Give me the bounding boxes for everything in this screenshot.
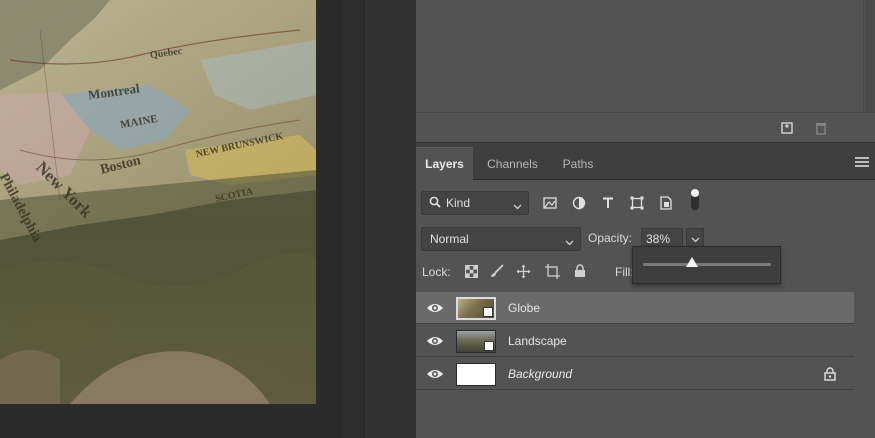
layer-row-background[interactable]: Background <box>416 358 854 390</box>
tab-channels[interactable]: Channels <box>476 147 549 180</box>
upper-panel-content <box>416 0 864 112</box>
layer-thumbnail-background <box>456 363 496 386</box>
smart-object-badge-icon <box>483 307 493 317</box>
tab-paths[interactable]: Paths <box>552 147 604 180</box>
eye-visibility-icon[interactable] <box>426 334 444 348</box>
panel-tab-bar: Layers Channels Paths <box>416 143 875 180</box>
lock-label: Lock: <box>422 265 451 279</box>
shape-filter-icon[interactable] <box>627 193 647 213</box>
filter-kind-label: Kind <box>446 196 471 210</box>
search-icon <box>429 196 441 211</box>
lock-image-pixels-icon[interactable] <box>488 262 506 280</box>
fill-label: Fill: <box>615 265 634 279</box>
layer-thumbnail-landscape <box>456 330 496 353</box>
layer-name-background[interactable]: Background <box>508 367 572 381</box>
upper-panel <box>416 0 875 142</box>
canvas-pasteboard-bottom <box>0 404 316 438</box>
layer-row-landscape[interactable]: Landscape <box>416 325 854 357</box>
filter-toggle-icon[interactable] <box>685 189 705 210</box>
blend-mode-value: Normal <box>430 232 469 246</box>
upper-panel-scrollbar[interactable] <box>865 0 875 112</box>
lock-artboard-icon[interactable] <box>543 262 561 280</box>
lock-transparent-pixels-icon[interactable] <box>462 262 480 280</box>
eye-visibility-icon[interactable] <box>426 301 444 315</box>
layer-name-globe[interactable]: Globe <box>508 301 540 315</box>
document-image[interactable]: Montreal MAINE Boston New York Philadelp… <box>0 0 316 404</box>
trash-icon[interactable] <box>813 120 829 136</box>
eye-visibility-icon[interactable] <box>426 367 444 381</box>
pixel-filter-icon[interactable] <box>540 193 560 213</box>
opacity-label: Opacity: <box>588 231 633 245</box>
smart-object-badge-icon <box>484 341 494 351</box>
new-document-icon[interactable] <box>779 120 795 136</box>
chevron-down-icon <box>513 199 522 213</box>
adjustment-filter-icon[interactable] <box>569 193 589 213</box>
layer-thumbnail-globe <box>456 297 496 320</box>
opacity-slider-thumb[interactable] <box>685 257 698 267</box>
chevron-down-icon <box>565 235 574 249</box>
smart-object-filter-icon[interactable] <box>656 193 676 213</box>
tab-layers[interactable]: Layers <box>416 147 473 180</box>
type-filter-icon[interactable] <box>598 193 618 213</box>
upper-panel-footer <box>416 112 875 142</box>
blend-mode-select[interactable]: Normal <box>421 227 581 251</box>
layer-row-globe[interactable]: Globe <box>416 292 854 324</box>
lock-all-icon[interactable] <box>571 262 589 280</box>
layer-name-landscape[interactable]: Landscape <box>508 334 567 348</box>
layer-lock-icon[interactable] <box>824 367 836 381</box>
lock-position-icon[interactable] <box>514 262 532 280</box>
layers-scrollbar[interactable] <box>854 292 875 438</box>
opacity-slider-popup <box>632 246 781 284</box>
dock-collapse-strip[interactable] <box>343 0 365 438</box>
canvas-area[interactable]: Montreal MAINE Boston New York Philadelp… <box>0 0 343 438</box>
panel-menu-icon[interactable] <box>855 157 869 167</box>
photoshop-window: Montreal MAINE Boston New York Philadelp… <box>0 0 875 438</box>
filter-kind-select[interactable]: Kind <box>421 191 529 215</box>
opacity-slider-track[interactable] <box>643 263 771 266</box>
panel-dock: Layers Channels Paths Kind Normal Opacit… <box>343 0 875 438</box>
layers-panel: Layers Channels Paths Kind Normal Opacit… <box>416 143 875 438</box>
canvas-pasteboard-right <box>316 0 343 438</box>
